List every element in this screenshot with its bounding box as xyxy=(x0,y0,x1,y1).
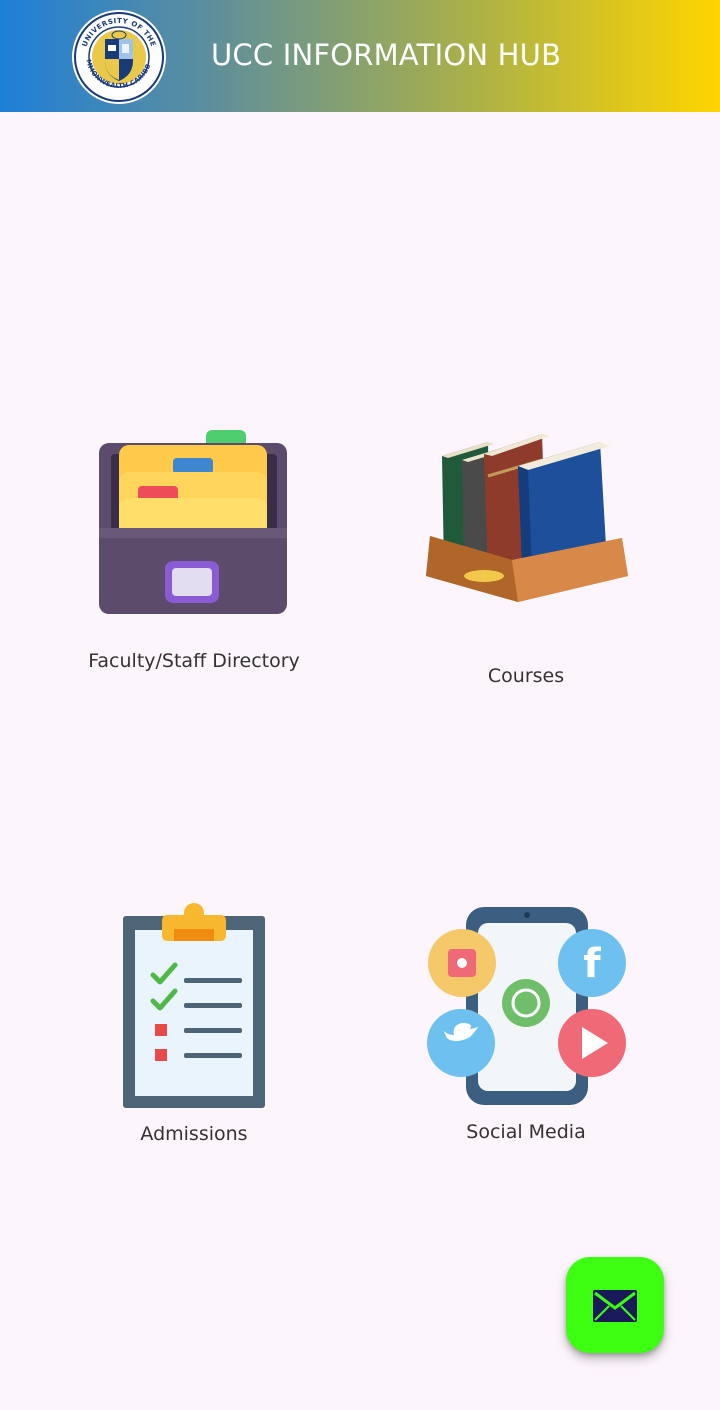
phone-social-media-icon: f xyxy=(427,907,626,1105)
svg-text:f: f xyxy=(583,941,601,987)
tile-social-media[interactable]: f Social Media xyxy=(390,895,660,1155)
tile-label: Faculty/Staff Directory xyxy=(88,650,300,672)
tile-faculty-staff-directory[interactable]: Faculty/Staff Directory xyxy=(60,420,330,690)
university-logo: UNIVERSITY OF THE COMMONWEALTH CARIBBEAN xyxy=(68,3,167,105)
tile-label: Admissions xyxy=(140,1123,248,1145)
compose-message-button[interactable] xyxy=(566,1257,664,1353)
tile-label: Courses xyxy=(487,665,565,687)
mail-icon xyxy=(593,1290,637,1322)
books-tray-icon xyxy=(426,434,628,602)
tile-admissions[interactable]: Admissions xyxy=(60,895,330,1155)
clipboard-checklist-icon xyxy=(123,903,265,1108)
tile-courses[interactable]: Courses xyxy=(390,420,660,700)
file-cabinet-icon xyxy=(99,430,287,614)
tile-label: Social Media xyxy=(466,1121,586,1143)
app-title: UCC INFORMATION HUB xyxy=(211,38,562,72)
app-bar: UNIVERSITY OF THE COMMONWEALTH CARIBBEAN… xyxy=(0,0,720,112)
